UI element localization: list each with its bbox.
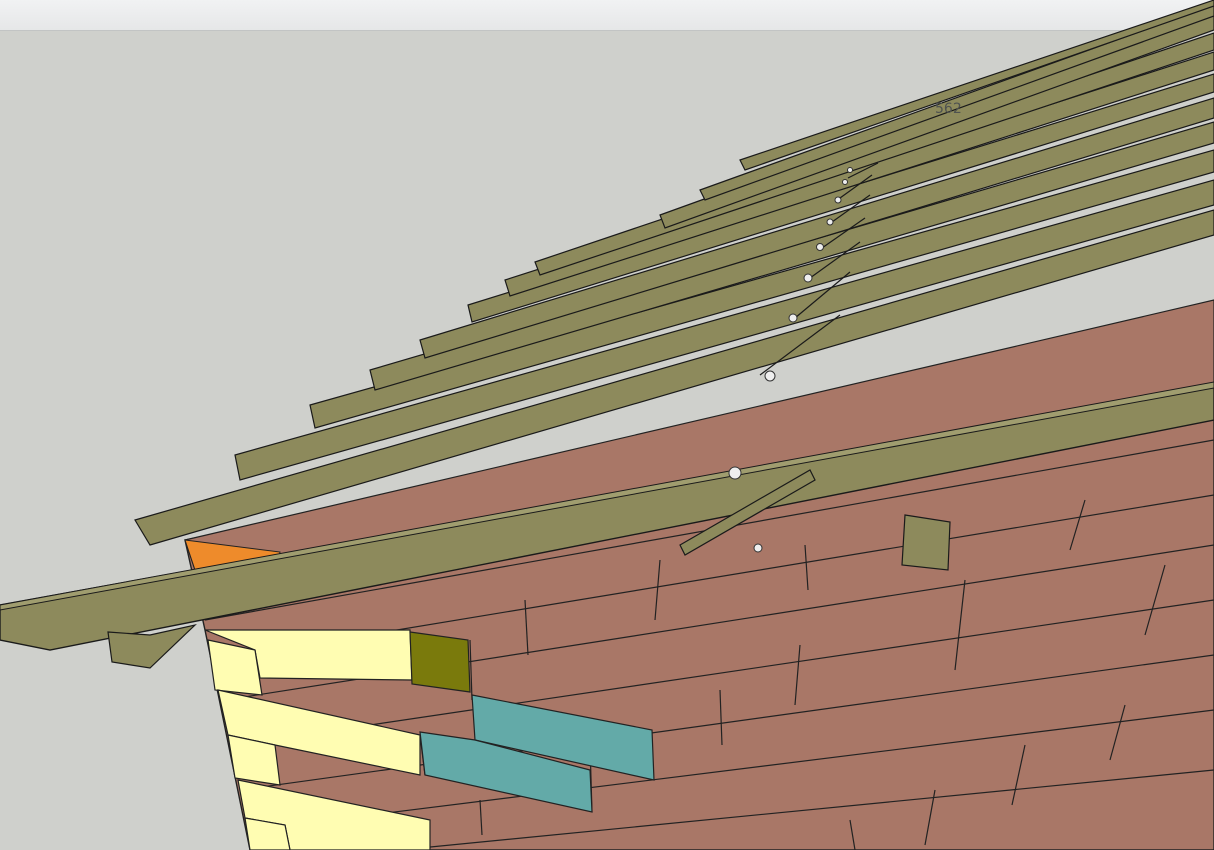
model-viewport[interactable]: 562 bbox=[0, 0, 1214, 850]
rafter-end-block-right bbox=[901, 514, 951, 571]
dimension-label: 562 bbox=[935, 101, 962, 117]
olive-panel bbox=[409, 631, 471, 693]
roof-model-canvas[interactable] bbox=[0, 0, 1214, 850]
wall-end-panels bbox=[204, 629, 431, 850]
